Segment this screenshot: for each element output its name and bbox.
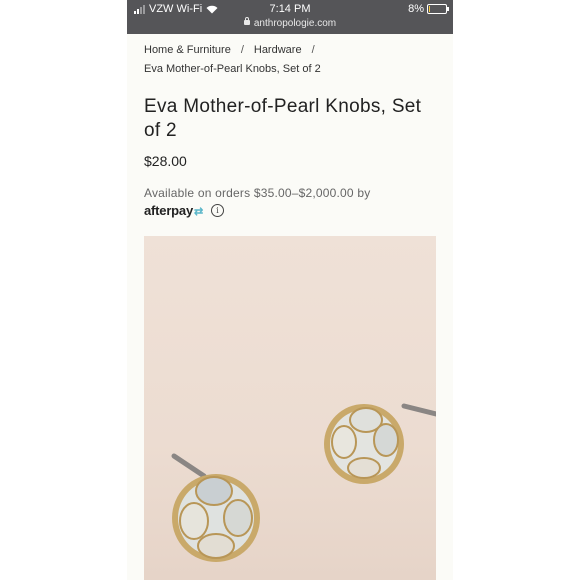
- product-title: Eva Mother-of-Pearl Knobs, Set of 2: [144, 96, 422, 141]
- knobs-photo: [171, 403, 436, 562]
- url-text: anthropologie.com: [253, 18, 337, 29]
- breadcrumb-link-hardware[interactable]: Hardware: [254, 44, 302, 56]
- breadcrumb-current[interactable]: Eva Mother-of-Pearl Knobs, Set of 2: [144, 63, 321, 75]
- battery-indicator: 8%: [408, 3, 449, 15]
- lock-icon: [243, 17, 250, 25]
- knob-left: [172, 474, 260, 562]
- address-bar[interactable]: anthropologie.com: [127, 17, 453, 29]
- afterpay-availability: Available on orders $35.00–$2,000.00 by: [144, 186, 371, 200]
- battery-percent: 8%: [408, 3, 424, 15]
- afterpay-brand: afterpay: [144, 203, 193, 218]
- battery-fill: [429, 6, 430, 12]
- phone-screen: VZW Wi-Fi 7:14 PM anthropologie.com 8% H…: [127, 0, 453, 580]
- clock: 7:14 PM: [269, 3, 311, 15]
- breadcrumb-separator: /: [240, 44, 244, 56]
- breadcrumb-separator: /: [311, 44, 315, 56]
- breadcrumb-link-home-furniture[interactable]: Home & Furniture: [144, 44, 231, 56]
- status-bar: VZW Wi-Fi 7:14 PM anthropologie.com 8%: [127, 0, 453, 34]
- afterpay-logo: afterpay⇄: [144, 203, 203, 218]
- battery-icon: [427, 4, 449, 14]
- product-price: $28.00: [144, 153, 187, 169]
- info-icon[interactable]: i: [211, 204, 225, 217]
- knob-right: [324, 404, 404, 484]
- afterpay-row: afterpay⇄ i: [144, 203, 225, 218]
- product-image[interactable]: [144, 236, 436, 580]
- breadcrumb: Home & Furniture / Hardware / Eva Mother-of…: [144, 41, 444, 79]
- afterpay-arrows-icon: ⇄: [193, 206, 204, 218]
